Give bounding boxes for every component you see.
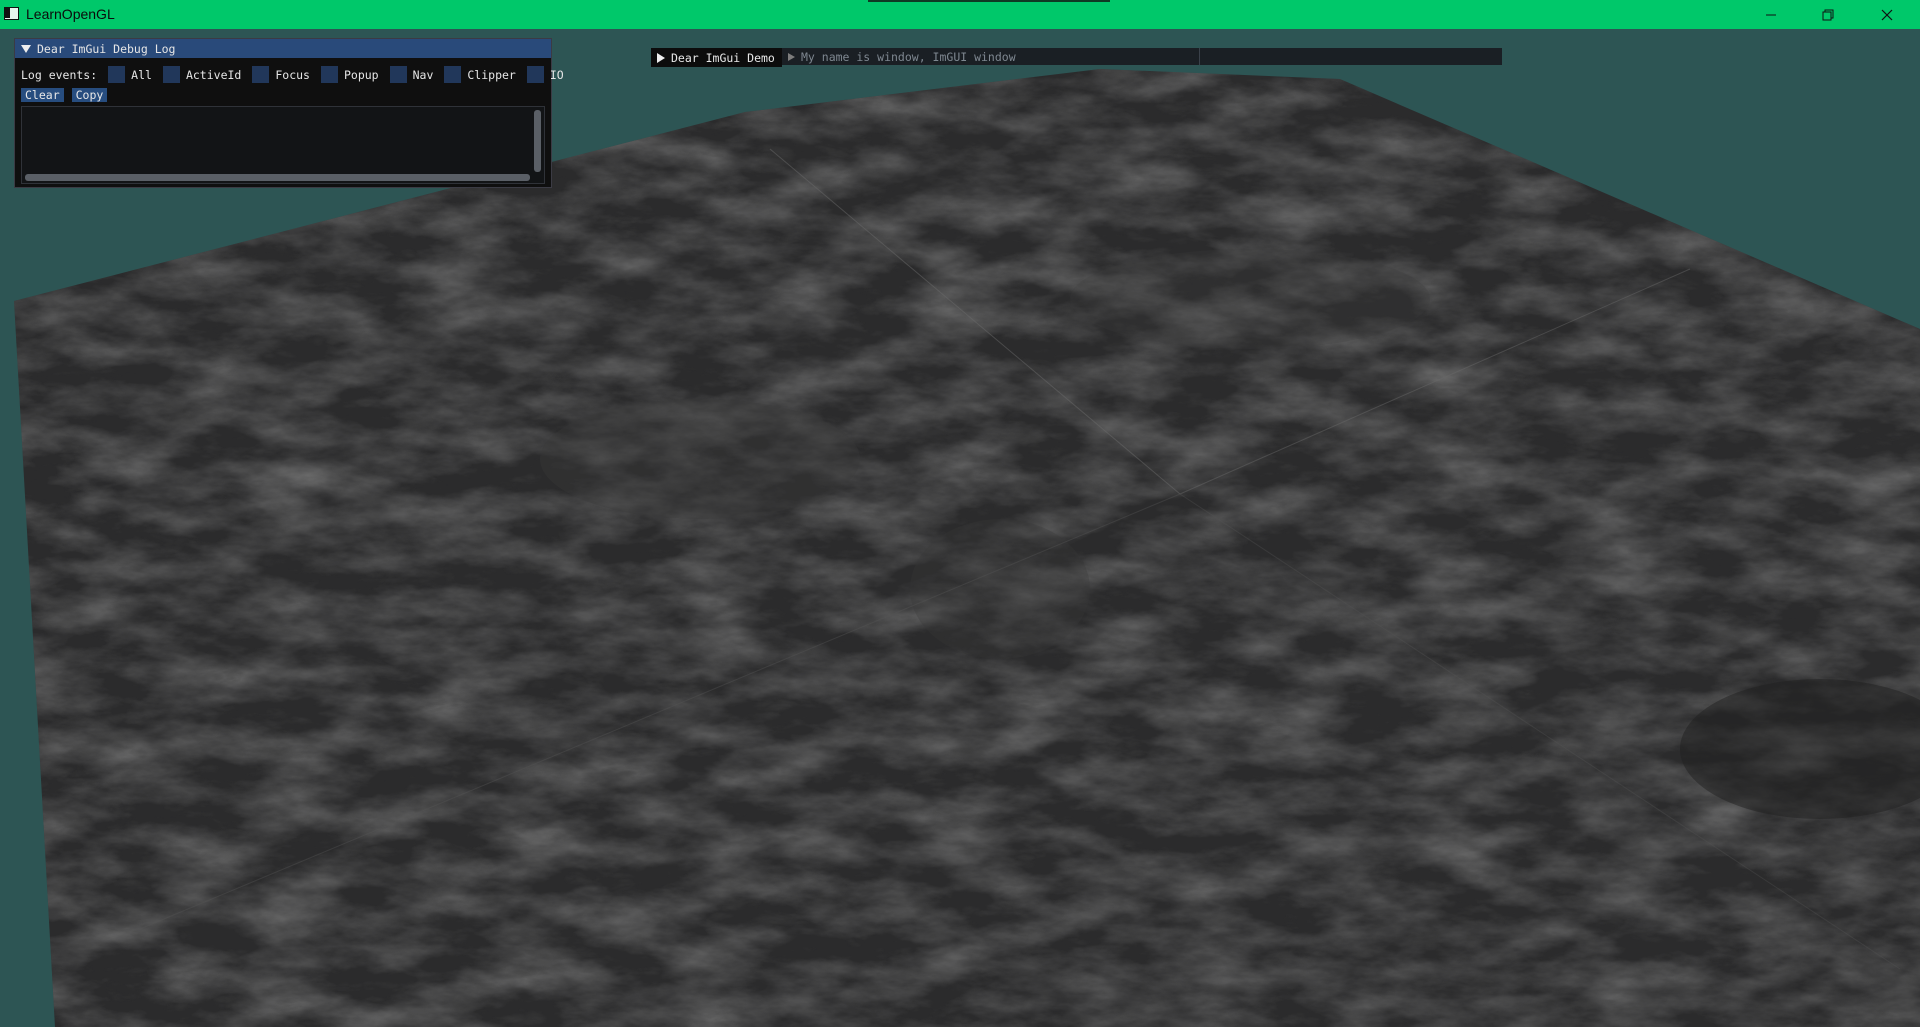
- name-window-collapsed[interactable]: My name is window, ImGUI window: [782, 48, 1502, 65]
- checkbox-popup-label: Popup: [343, 67, 379, 82]
- checkbox-clipper[interactable]: [444, 66, 462, 83]
- checkbox-nav-label: Nav: [412, 67, 434, 82]
- maximize-icon: [1822, 9, 1834, 20]
- checkbox-focus[interactable]: [252, 66, 270, 83]
- checkbox-focus-label: Focus: [275, 67, 310, 82]
- close-button[interactable]: [1864, 0, 1910, 29]
- window-title: LearnOpenGL: [26, 6, 115, 22]
- app-window-icon: [4, 7, 19, 20]
- debug-log-window[interactable]: Dear ImGui Debug Log Log events: All Act…: [14, 38, 564, 188]
- clear-button[interactable]: Clear: [21, 88, 64, 102]
- vertical-scrollbar[interactable]: [534, 110, 541, 172]
- expand-arrow-icon[interactable]: [657, 52, 665, 63]
- minimize-button[interactable]: [1748, 0, 1794, 29]
- checkbox-all[interactable]: [108, 66, 126, 83]
- name-window-title-bar[interactable]: [782, 48, 1200, 65]
- debug-log-button-row: Clear Copy: [21, 88, 115, 102]
- copy-button[interactable]: Copy: [71, 88, 108, 102]
- log-events-row: Log events: All ActiveId Focus Popup Nav…: [21, 66, 575, 83]
- close-icon: [1881, 9, 1893, 20]
- title-bar: LearnOpenGL: [0, 0, 1920, 29]
- checkbox-clipper-label: Clipper: [467, 67, 516, 82]
- demo-window-collapsed[interactable]: Dear ImGui Demo: [651, 48, 782, 67]
- demo-window-title: Dear ImGui Demo: [671, 50, 775, 65]
- checkbox-activeid-label: ActiveId: [185, 67, 242, 82]
- checkbox-all-label: All: [131, 67, 152, 82]
- collapse-arrow-icon[interactable]: [21, 44, 31, 53]
- checkbox-io-label: IO: [549, 67, 564, 82]
- checkbox-nav[interactable]: [389, 66, 407, 83]
- minimize-icon: [1766, 14, 1776, 15]
- debug-log-title: Dear ImGui Debug Log: [37, 41, 176, 56]
- checkbox-popup[interactable]: [320, 66, 338, 83]
- log-output-area[interactable]: [21, 106, 545, 184]
- maximize-button[interactable]: [1805, 0, 1851, 29]
- log-events-label: Log events:: [21, 67, 98, 82]
- title-bar-accent: [868, 0, 1110, 2]
- checkbox-io[interactable]: [526, 66, 544, 83]
- horizontal-scrollbar[interactable]: [25, 174, 530, 181]
- checkbox-activeid[interactable]: [162, 66, 180, 83]
- debug-log-title-bar[interactable]: Dear ImGui Debug Log: [15, 39, 551, 58]
